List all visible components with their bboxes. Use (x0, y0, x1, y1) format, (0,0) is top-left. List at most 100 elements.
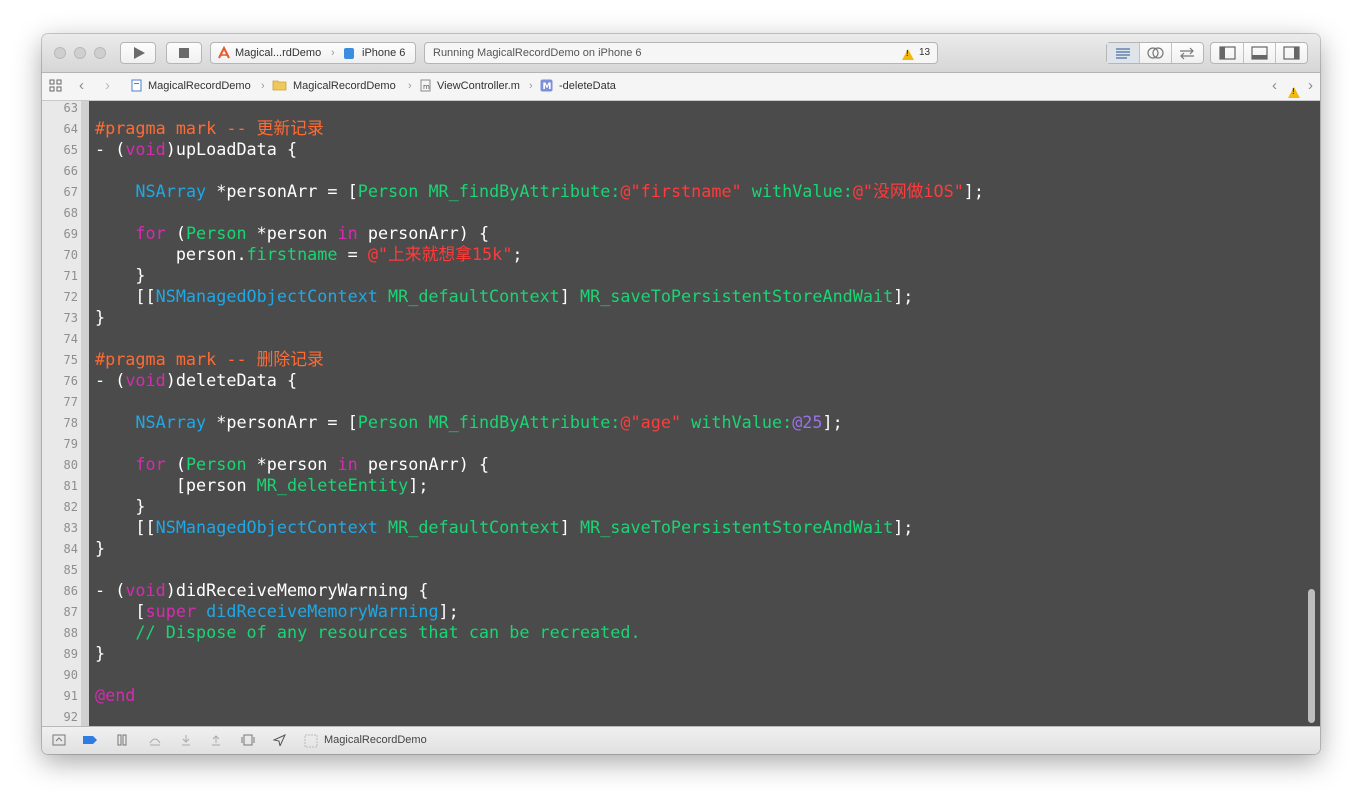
code-token: ; (512, 244, 523, 264)
code-token: @end (95, 685, 136, 705)
code-line[interactable]: } (95, 496, 145, 517)
line-number: 91 (63, 689, 78, 703)
code-token: ( (165, 223, 186, 243)
line-number: 67 (63, 185, 78, 199)
crumb-group[interactable]: MagicalRecordDemo (293, 80, 396, 92)
code-folding-ribbon[interactable] (81, 101, 89, 726)
code-line[interactable]: } (95, 538, 105, 559)
code-line[interactable]: // Dispose of any resources that can be … (95, 622, 640, 643)
code-line[interactable]: } (95, 643, 105, 664)
step-into-icon[interactable] (180, 734, 192, 749)
code-token: MR_findByAttribute: (428, 412, 621, 432)
code-token: Person (185, 454, 247, 474)
debug-target-label[interactable]: MagicalRecordDemo (324, 734, 427, 746)
location-icon[interactable] (272, 733, 287, 749)
step-out-icon[interactable] (210, 734, 222, 749)
forward-arrow-icon[interactable]: › (105, 77, 110, 94)
view-hierarchy-icon[interactable] (241, 734, 255, 749)
vertical-scrollbar[interactable] (1308, 589, 1315, 723)
stop-icon (179, 48, 189, 58)
chevron-right-icon: › (261, 80, 265, 92)
code-line[interactable]: - (void)upLoadData { (95, 139, 297, 160)
chevron-right-icon: › (331, 47, 335, 59)
view-toggle-control[interactable] (1210, 42, 1308, 64)
grid-icon[interactable] (49, 79, 62, 95)
code-token: @25 (792, 412, 823, 432)
standard-editor-icon[interactable] (1107, 43, 1140, 63)
code-token: [person (95, 475, 257, 495)
warning-count[interactable]: 13 (919, 47, 930, 58)
prev-issue-icon[interactable]: ‹ (1272, 77, 1277, 94)
code-line[interactable]: [[NSManagedObjectContext MR_defaultConte… (95, 517, 913, 538)
pause-icon[interactable] (116, 734, 128, 749)
code-line[interactable]: for (Person *person in personArr) { (95, 454, 489, 475)
debug-area-icon[interactable] (1243, 43, 1276, 63)
code-line[interactable]: } (95, 307, 105, 328)
version-editor-icon[interactable] (1171, 43, 1203, 63)
code-line[interactable]: NSArray *personArr = [Person MR_findByAt… (95, 181, 984, 202)
code-token: void (125, 139, 166, 159)
code-token: #pragma mark -- 更新记录 (95, 118, 324, 138)
code-token: @"没网做iOS" (852, 181, 964, 201)
crumb-project[interactable]: MagicalRecordDemo (148, 80, 251, 92)
code-token: = (337, 244, 368, 264)
code-line[interactable]: @end (95, 685, 135, 706)
code-token: ]; (822, 412, 843, 432)
code-token: ]; (893, 517, 914, 537)
back-arrow-icon[interactable]: ‹ (79, 77, 84, 94)
crumb-method[interactable]: -deleteData (559, 80, 616, 92)
close-window-button[interactable] (54, 47, 66, 59)
code-line[interactable]: [[NSManagedObjectContext MR_defaultConte… (95, 286, 913, 307)
code-line[interactable]: #pragma mark -- 更新记录 (95, 118, 324, 139)
line-number: 85 (63, 563, 78, 577)
hide-debug-area-icon[interactable] (52, 734, 66, 749)
code-line[interactable]: [person MR_deleteEntity]; (95, 475, 429, 496)
code-token: NSManagedObjectContext (155, 286, 378, 306)
breakpoints-icon[interactable] (82, 734, 98, 749)
code-line[interactable]: person.firstname = @"上来就想拿15k"; (95, 244, 523, 265)
warning-icon[interactable] (902, 48, 914, 60)
line-number: 74 (63, 332, 78, 346)
code-line[interactable]: #pragma mark -- 删除记录 (95, 349, 324, 370)
code-line[interactable]: [super didReceiveMemoryWarning]; (95, 601, 458, 622)
line-number: 77 (63, 395, 78, 409)
code-token: personArr) { (357, 454, 490, 474)
line-number: 79 (63, 437, 78, 451)
svg-text:m: m (423, 83, 430, 91)
code-line[interactable]: - (void)didReceiveMemoryWarning { (95, 580, 428, 601)
next-issue-icon[interactable]: › (1308, 77, 1313, 94)
assistant-editor-icon[interactable] (1139, 43, 1172, 63)
line-number: 68 (63, 206, 78, 220)
crumb-file[interactable]: ViewController.m (437, 80, 520, 92)
editor-mode-control[interactable] (1106, 42, 1204, 64)
source-editor[interactable]: 63 64 65 66 67 68 69 70 71 72 73 74 75 76 77 78 79 80 81 82… (42, 101, 1320, 726)
code-token: ]; (408, 475, 429, 495)
code-token: person. (95, 244, 247, 264)
scheme-selector[interactable]: Magical...rdDemo › iPhone 6 (210, 42, 416, 64)
utilities-icon[interactable] (1275, 43, 1307, 63)
navigator-icon[interactable] (1211, 43, 1244, 63)
debug-bar: MagicalRecordDemo (42, 726, 1320, 754)
code-token: )upLoadData { (165, 139, 298, 159)
line-number: 92 (63, 710, 78, 724)
stop-button[interactable] (166, 42, 202, 64)
line-number: 70 (63, 248, 78, 262)
code-line[interactable]: - (void)deleteData { (95, 370, 297, 391)
zoom-window-button[interactable] (94, 47, 106, 59)
code-line[interactable]: NSArray *personArr = [Person MR_findByAt… (95, 412, 843, 433)
code-line[interactable]: } (95, 265, 145, 286)
line-number: 63 (63, 101, 78, 115)
minimize-window-button[interactable] (74, 47, 86, 59)
svg-text:M: M (543, 82, 552, 92)
line-number: 89 (63, 647, 78, 661)
step-over-icon[interactable] (148, 734, 162, 749)
code-line[interactable]: for (Person *person in personArr) { (95, 223, 489, 244)
run-button[interactable] (120, 42, 156, 64)
line-number: 88 (63, 626, 78, 640)
jump-bar: ‹ › MagicalRecordDemo › MagicalRecordDem… (42, 73, 1320, 101)
